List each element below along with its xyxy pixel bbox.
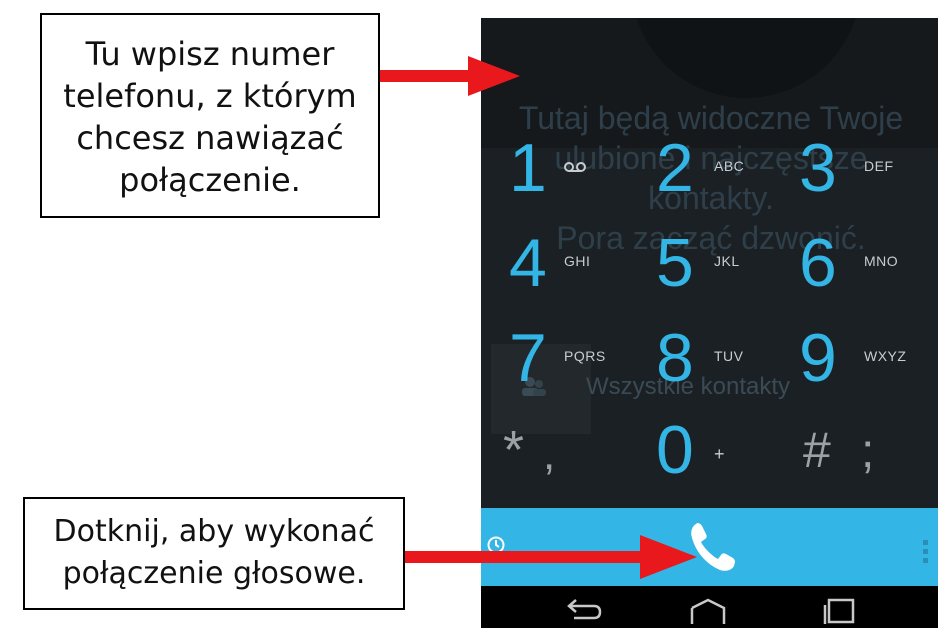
arrow-to-call-button-icon xyxy=(405,535,697,579)
back-icon[interactable] xyxy=(564,596,604,625)
key-1[interactable]: 1 xyxy=(509,128,659,218)
key-7[interactable]: 7 PQRS xyxy=(509,318,659,408)
callout-line: telefonu, z którym xyxy=(63,77,357,115)
key-digit: 0 xyxy=(656,412,694,488)
key-digit: 9 xyxy=(799,320,837,396)
key-star[interactable]: * , xyxy=(503,410,653,500)
key-digit: 2 xyxy=(656,130,694,206)
recent-apps-icon[interactable] xyxy=(821,596,857,628)
key-hash[interactable]: # ; xyxy=(803,410,938,500)
key-digit: 1 xyxy=(509,130,547,206)
key-5[interactable]: 5 JKL xyxy=(656,223,806,313)
key-6[interactable]: 6 MNO xyxy=(799,223,938,313)
key-9[interactable]: 9 WXYZ xyxy=(799,318,938,408)
key-letters: TUV xyxy=(714,348,744,364)
callout-line: połączenie głosowe. xyxy=(62,556,366,591)
key-digit: 6 xyxy=(799,225,837,301)
key-letters: MNO xyxy=(864,253,899,269)
key-3[interactable]: 3 DEF xyxy=(799,128,938,218)
key-4[interactable]: 4 GHI xyxy=(509,223,659,313)
avatar-placeholder xyxy=(631,18,861,98)
system-nav-bar xyxy=(481,586,938,628)
key-letters: , xyxy=(543,430,556,479)
callout-line: chcesz nawiązać xyxy=(76,119,344,157)
key-digit: 7 xyxy=(509,320,547,396)
key-digit: 3 xyxy=(799,130,837,206)
key-letters: JKL xyxy=(714,253,740,269)
voicemail-icon xyxy=(564,160,586,176)
key-digit: 5 xyxy=(656,225,694,301)
callout-make-call: Dotknij, aby wykonać połączenie głosowe. xyxy=(23,497,405,610)
callout-line: połączenie. xyxy=(119,161,301,199)
key-letters: GHI xyxy=(564,253,591,269)
home-icon[interactable] xyxy=(688,596,728,628)
key-digit: # xyxy=(803,422,831,478)
callout-line: Tu wpisz numer xyxy=(85,35,335,73)
key-digit: 4 xyxy=(509,225,547,301)
callout-line: Dotknij, aby wykonać xyxy=(53,514,375,549)
callout-enter-number: Tu wpisz numer telefonu, z którym chcesz… xyxy=(40,13,380,218)
key-2[interactable]: 2 ABC xyxy=(656,128,806,218)
key-letters: + xyxy=(714,444,726,464)
arrow-to-dialpad-icon xyxy=(380,56,520,96)
overflow-menu-icon[interactable] xyxy=(922,538,930,566)
key-letters: ; xyxy=(861,425,875,478)
key-8[interactable]: 8 TUV xyxy=(656,318,806,408)
key-digit: 8 xyxy=(656,320,694,396)
key-letters: WXYZ xyxy=(864,348,907,364)
key-letters: ABC xyxy=(714,158,745,174)
key-letters: PQRS xyxy=(564,348,606,364)
key-0[interactable]: 0 + xyxy=(656,410,806,500)
key-digit: * xyxy=(503,420,525,480)
key-letters: DEF xyxy=(864,158,894,174)
